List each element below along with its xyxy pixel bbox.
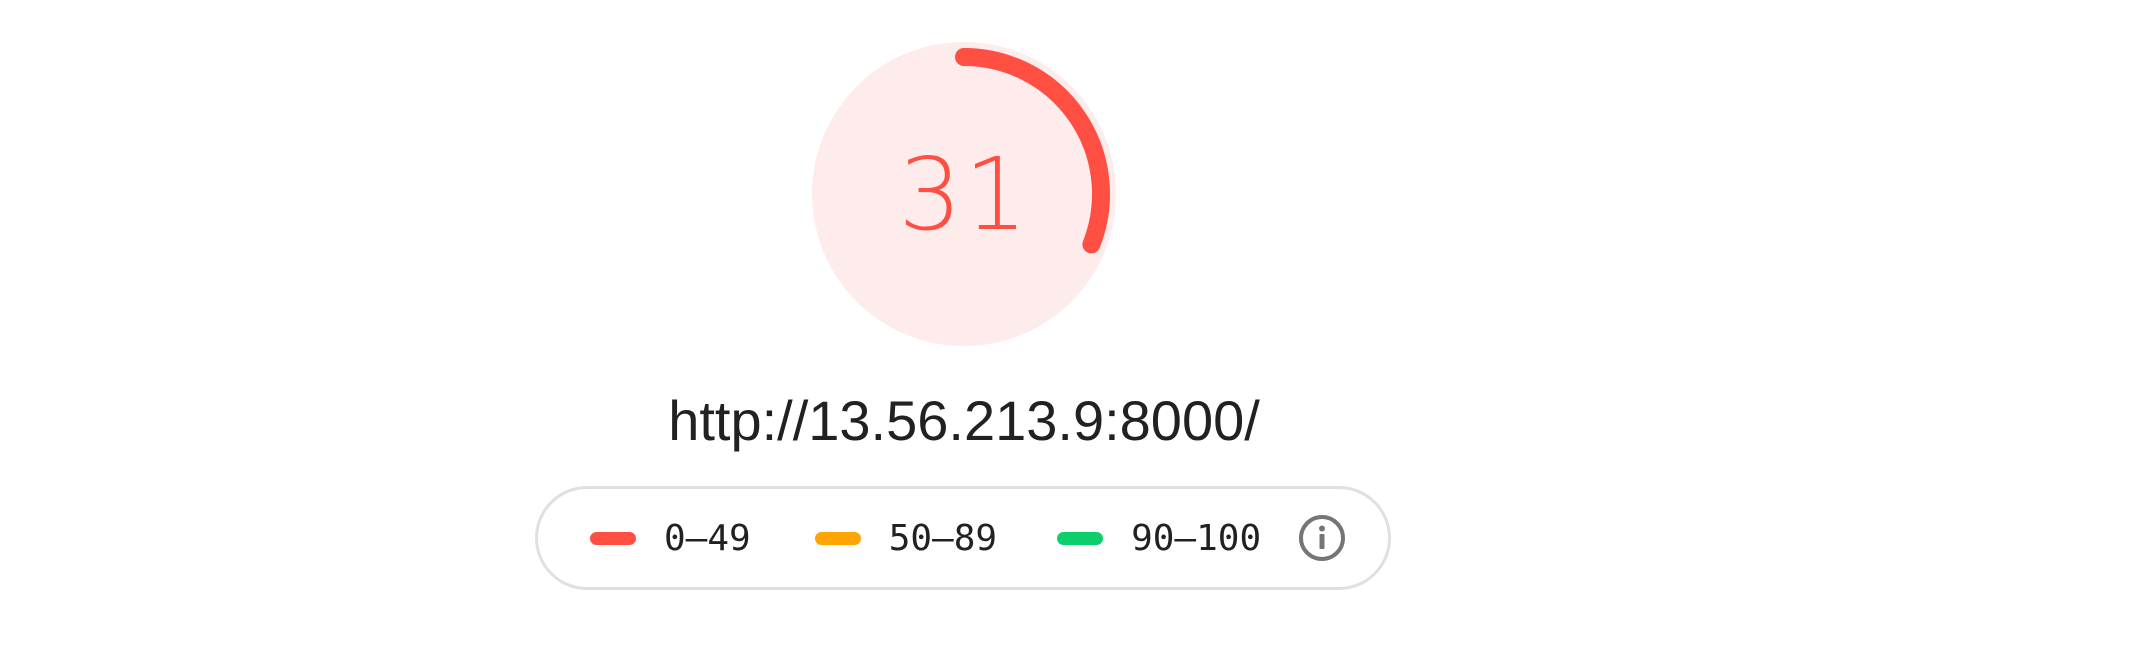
legend-item-fail: 0–49 (590, 518, 751, 559)
page-url: http://13.56.213.9:8000/ (668, 389, 1260, 452)
legend-label-average: 50–89 (888, 517, 998, 559)
legend-item-average: 50–89 (814, 517, 998, 559)
score-gauge: 31 (812, 42, 1116, 346)
score-legend: 0–49 50–89 90–100 (535, 486, 1391, 590)
legend-swatch-pass (1057, 531, 1104, 545)
info-icon[interactable] (1297, 513, 1347, 563)
legend-label-fail: 0–49 (664, 517, 751, 559)
score-panel: 31 http://13.56.213.9:8000/ 0–49 50–89 9… (0, 0, 2142, 649)
legend-swatch-average (814, 531, 861, 545)
legend-label-pass: 90–100 (1131, 517, 1262, 559)
score-value: 31 (898, 135, 1030, 253)
legend-item-pass: 90–100 (1057, 518, 1261, 559)
legend-swatch-fail (590, 531, 636, 545)
